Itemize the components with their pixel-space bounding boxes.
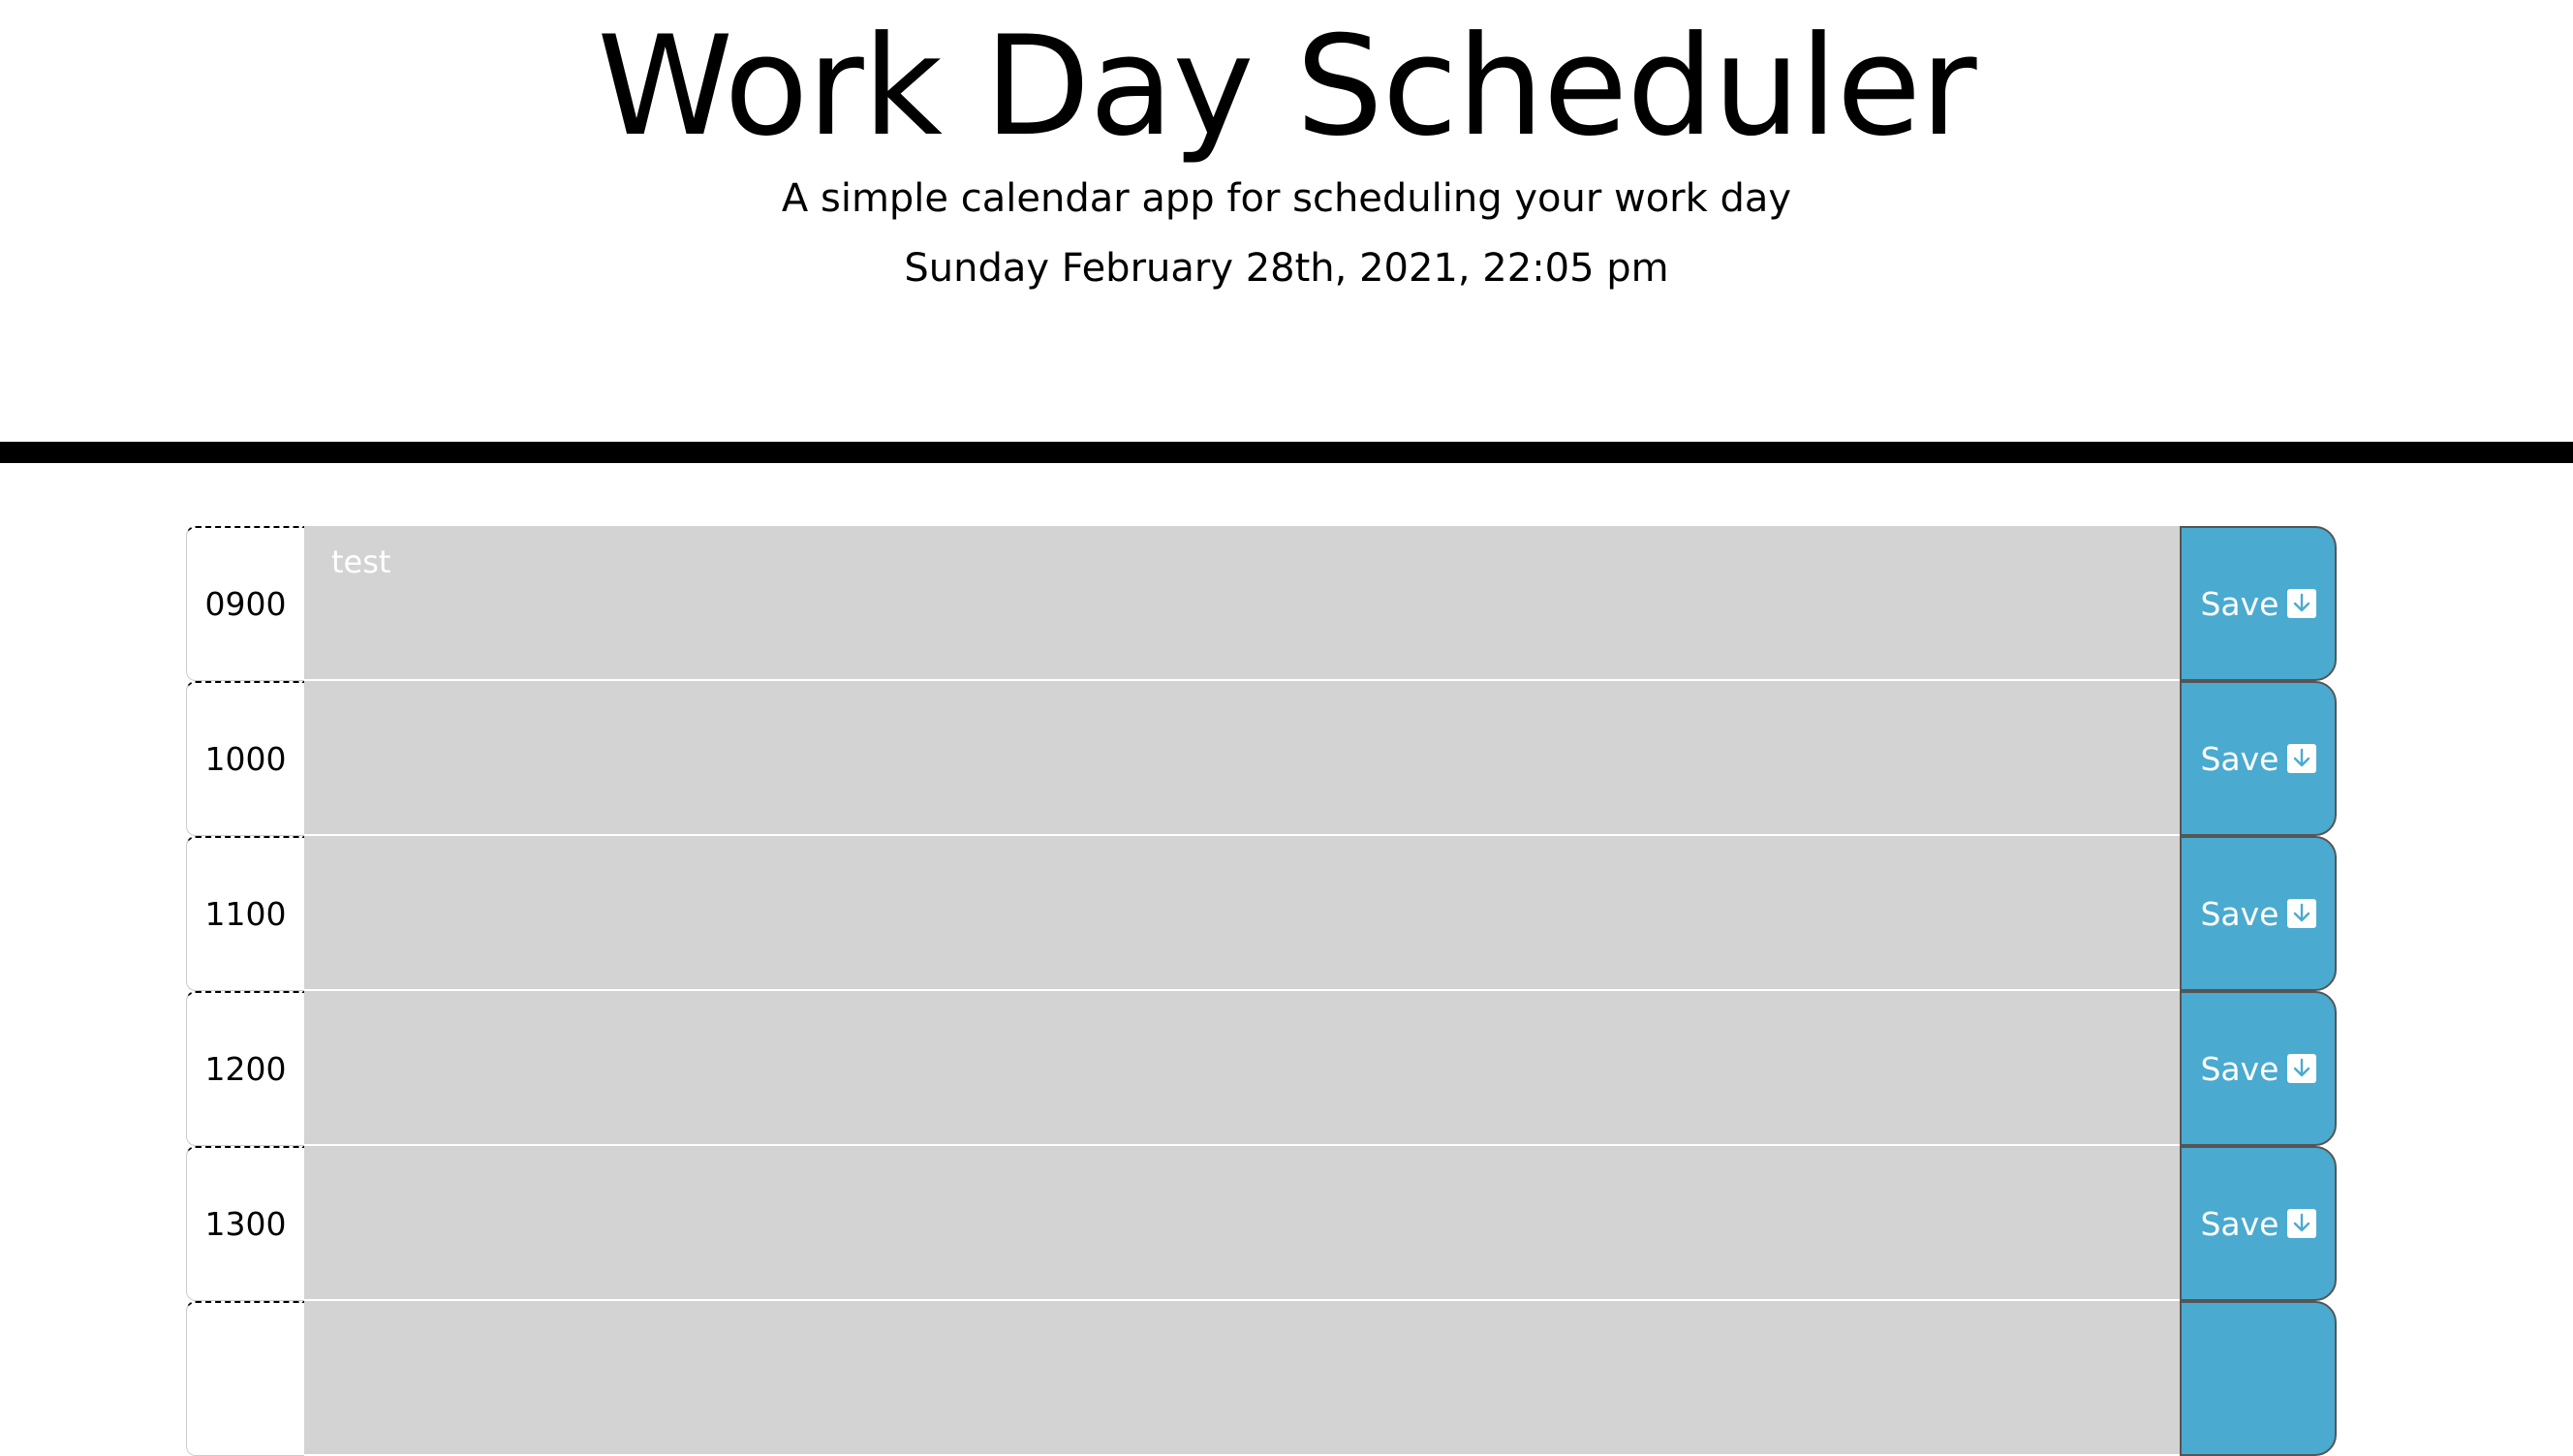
time-block [186, 1301, 2337, 1456]
time-block: 1100 Save [186, 836, 2337, 991]
save-button-label: Save [2200, 1204, 2279, 1243]
current-day: Sunday February 28th, 2021, 22:05 pm [904, 246, 1669, 291]
save-button-label: Save [2200, 894, 2279, 933]
page-title: Work Day Scheduler [597, 7, 1976, 167]
hour-label [186, 1301, 304, 1456]
event-description[interactable]: test [304, 526, 2180, 681]
time-block: 1200 Save [186, 991, 2337, 1146]
time-block-list: 0900 test Save 1000 Save 1100 Save 1200 [186, 526, 2337, 1456]
save-button-label: Save [2200, 1049, 2279, 1088]
header-divider [0, 442, 2573, 463]
event-description[interactable] [304, 836, 2180, 991]
hour-label: 1200 [186, 991, 304, 1146]
time-block: 0900 test Save [186, 526, 2337, 681]
hour-label: 1100 [186, 836, 304, 991]
save-button-label: Save [2200, 739, 2279, 778]
hour-label: 1300 [186, 1146, 304, 1301]
save-button[interactable]: Save [2180, 991, 2337, 1146]
page-subtitle: A simple calendar app for scheduling you… [781, 176, 1792, 221]
hour-label: 0900 [186, 526, 304, 681]
time-block: 1300 Save [186, 1146, 2337, 1301]
event-description[interactable] [304, 991, 2180, 1146]
save-button[interactable]: Save [2180, 1146, 2337, 1301]
header: Work Day Scheduler A simple calendar app… [0, 0, 2573, 442]
save-down-arrow-icon [2286, 744, 2316, 773]
hour-label: 1000 [186, 681, 304, 836]
save-down-arrow-icon [2286, 589, 2316, 618]
event-description[interactable] [304, 1301, 2180, 1456]
save-down-arrow-icon [2286, 1054, 2316, 1083]
event-description[interactable] [304, 1146, 2180, 1301]
save-button[interactable]: Save [2180, 836, 2337, 991]
save-button[interactable]: Save [2180, 681, 2337, 836]
save-button[interactable] [2180, 1301, 2337, 1456]
save-down-arrow-icon [2286, 899, 2316, 928]
save-button[interactable]: Save [2180, 526, 2337, 681]
time-block: 1000 Save [186, 681, 2337, 836]
save-button-label: Save [2200, 584, 2279, 623]
event-description[interactable] [304, 681, 2180, 836]
save-down-arrow-icon [2286, 1209, 2316, 1238]
